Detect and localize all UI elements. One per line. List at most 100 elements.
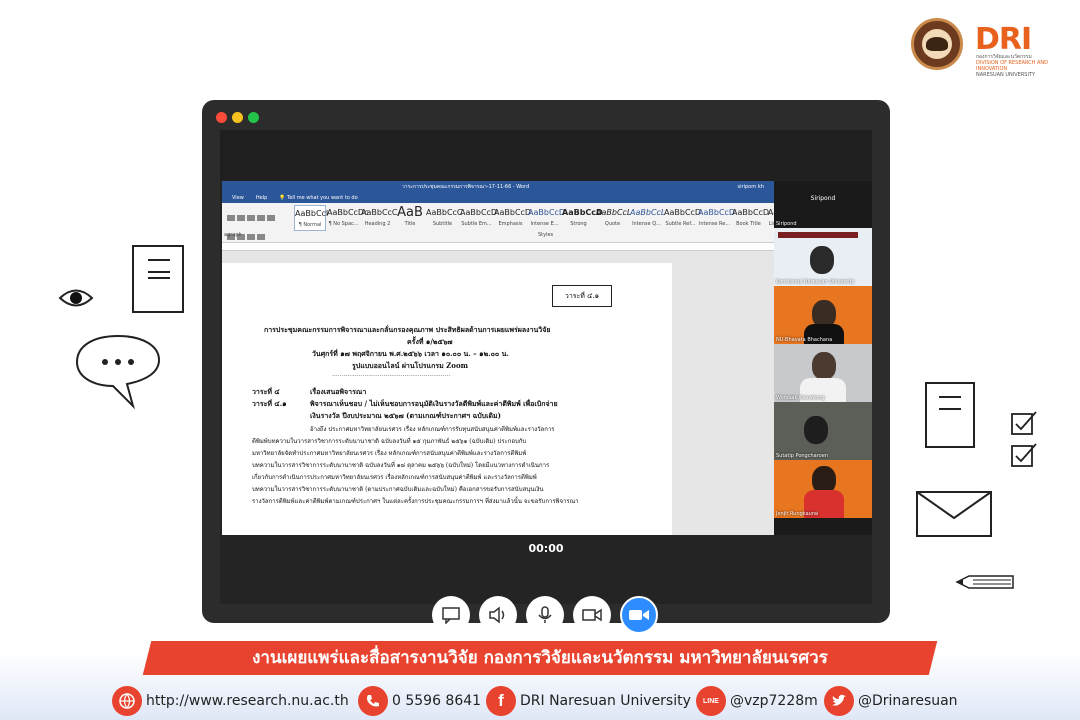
style-option[interactable]: AaBbCcL Quote (596, 205, 632, 231)
style-option[interactable]: AaB Title (395, 205, 425, 231)
style-sample: AaBbCcI (295, 209, 329, 218)
borders-icon[interactable] (257, 234, 265, 240)
bullets-icon[interactable] (227, 215, 235, 221)
document-doodle-icon (132, 245, 184, 313)
chat-button[interactable] (432, 596, 470, 634)
facebook-contact[interactable]: f DRI Naresuan University (486, 686, 691, 716)
style-option[interactable]: Aa List (766, 205, 774, 231)
participants-panel: Siripond Siripond Kornkanok Naresuan Uni… (774, 181, 872, 535)
microphone-button[interactable] (526, 596, 564, 634)
style-name: ¶ Normal (298, 222, 322, 228)
style-name: Subtle Em... (461, 221, 492, 227)
facebook-name[interactable]: DRI Naresuan University (520, 693, 691, 709)
twitter-icon (824, 686, 854, 716)
numbering-icon[interactable] (237, 215, 245, 221)
indent-icon[interactable] (247, 215, 255, 221)
body-line: บทความในวารสารวิชาการระดับนานาชาติ (ตามป… (252, 486, 544, 493)
style-sample: AaBbCcL (596, 208, 632, 217)
participant-tile[interactable]: Worasak Kaewkong (774, 344, 872, 402)
phone-contact[interactable]: 0 5596 8641 (358, 686, 481, 716)
style-sample: AaBbCcC (426, 208, 463, 217)
twitter-contact[interactable]: @Drinaresuan (824, 686, 958, 716)
style-sample: AaBbCcD (460, 208, 498, 217)
camera-button[interactable] (573, 596, 611, 634)
camera-icon (582, 608, 602, 622)
style-option[interactable]: AaBbCcD Subtle Em... (460, 205, 498, 231)
style-option[interactable]: AaBbCcC Subtitle (426, 205, 463, 231)
participant-tile[interactable]: Jenjit Rungkaurai (774, 460, 872, 518)
body-line: รางวัลการตีพิมพ์และค่าตีพิมพ์ตามเกณฑ์ประ… (252, 498, 579, 505)
participant-label-center: Siripond (810, 195, 836, 202)
divider-dots: ........................................… (332, 371, 451, 378)
body-line: บทความในวารสารวิชาการระดับนานาชาติ ฉบับล… (252, 462, 550, 469)
style-sample: AaBbCcD (732, 208, 770, 217)
style-option[interactable]: AaBbCcL Intense Q... (630, 205, 666, 231)
website-url[interactable]: http://www.research.nu.ac.th (146, 693, 349, 709)
pilcrow-icon[interactable] (267, 215, 275, 221)
style-sample: AaB (397, 205, 423, 220)
style-sample: Aa (767, 208, 774, 217)
meeting-date: วันศุกร์ที่ ๑๗ พฤศจิกายน พ.ศ.๒๕๖๖ เวลา ๑… (312, 349, 509, 358)
document-gutter (672, 263, 774, 535)
participant-tile[interactable]: Siripond Siripond (774, 181, 872, 228)
line-contact[interactable]: LINE @vzp7228m (696, 686, 818, 716)
style-option[interactable]: AaBbCcD Strong (562, 205, 603, 231)
checkbox-icon (1011, 411, 1037, 435)
sort-icon[interactable] (257, 215, 265, 221)
style-option[interactable]: AaBbCcD Intense Re... (698, 205, 735, 231)
speaker-button[interactable] (479, 596, 517, 634)
style-sample: AaBbCcL (630, 208, 666, 217)
participant-tile[interactable]: NU-Bhavata Bhachana (774, 286, 872, 344)
menu-view[interactable]: View (232, 193, 244, 203)
body-line: เกี่ยวกับการดำเนินการประกาศมหาวิทยาลัยนเ… (252, 474, 537, 481)
dri-logo-subtitle: กองการวิจัยและนวัตกรรม DIVISION OF RESEA… (976, 54, 1048, 78)
website-contact[interactable]: http://www.research.nu.ac.th (112, 686, 349, 716)
zoom-top-bar (220, 130, 872, 180)
document-page: วาระที่ ๔.๑ การประชุมคณะกรรมการพิจารณาแล… (222, 263, 672, 535)
participant-name: Worasak Kaewkong (776, 395, 825, 401)
agenda-4-1-label: วาระที่ ๔.๑ (252, 399, 287, 408)
close-dot-icon[interactable] (216, 112, 227, 123)
style-option[interactable]: AaBbCcD Subtle Ref... (664, 205, 701, 231)
checkbox-icon-2 (1011, 443, 1037, 467)
style-sample: AaBbCcC (361, 208, 398, 217)
phone-number[interactable]: 0 5596 8641 (392, 693, 481, 709)
style-option[interactable]: AaBbCcD Emphasis (494, 205, 532, 231)
line-icon: LINE (696, 686, 726, 716)
participant-tile[interactable]: Kornkanok Naresuan University (774, 228, 872, 286)
menu-help[interactable]: Help (256, 193, 267, 203)
shading-icon[interactable] (247, 234, 255, 240)
style-option[interactable]: AaBbCcC Heading 2 (361, 205, 398, 231)
paragraph-group-label: agraph (224, 232, 242, 238)
zoom-video-button[interactable] (620, 596, 658, 634)
twitter-handle[interactable]: @Drinaresuan (858, 693, 958, 709)
style-option[interactable]: AaBbCcD Intense E... (528, 205, 566, 231)
speech-bubble-icon (75, 334, 161, 410)
style-option[interactable]: AaBbCcDc ¶ No Spac... (327, 205, 368, 231)
meeting-number: ครั้งที่ ๑/๒๕๖๗ (407, 337, 453, 346)
maximize-dot-icon[interactable] (248, 112, 259, 123)
menu-tell-me[interactable]: 💡 Tell me what you want to do (279, 193, 357, 203)
horizontal-ruler[interactable] (222, 243, 774, 251)
minimize-dot-icon[interactable] (232, 112, 243, 123)
participant-name: Siripond (776, 221, 797, 227)
style-name: Emphasis (498, 221, 523, 227)
dri-logo: DRI (975, 22, 1032, 57)
style-name: Intense E... (530, 221, 559, 227)
word-window: วาระการประชุมคณะกรรมการพิจารณา-17-11-66 … (222, 181, 774, 535)
participant-video (812, 352, 836, 380)
style-sample: AaBbCcD (528, 208, 566, 217)
paragraph-tools (226, 207, 290, 240)
word-menu-bar: View Help 💡 Tell me what you want to do (222, 193, 774, 203)
agenda-4-1-title: พิจารณาเห็นชอบ / ไม่เห็นชอบการอนุมัติเงิ… (310, 399, 558, 408)
style-name: Book Title (736, 221, 761, 227)
line-id[interactable]: @vzp7228m (730, 693, 818, 709)
style-option[interactable]: AaBbCcD Book Title (732, 205, 770, 231)
style-name: ¶ No Spac... (328, 221, 359, 227)
style-option[interactable]: AaBbCcI ¶ Normal (294, 205, 329, 231)
pencil-icon (955, 575, 1014, 589)
naresuan-seal-logo (911, 18, 963, 70)
participant-tile[interactable]: Sutatip Pongcharoen (774, 402, 872, 460)
participant-video (810, 246, 834, 274)
style-sample: AaBbCcD (494, 208, 532, 217)
